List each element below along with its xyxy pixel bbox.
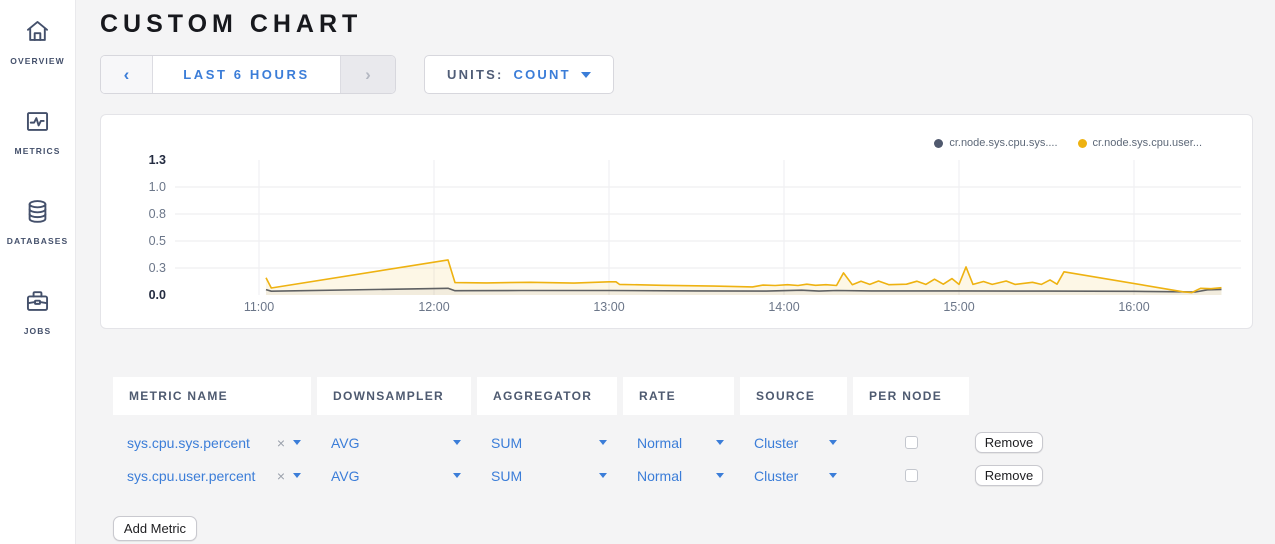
legend-item[interactable]: cr.node.sys.cpu.user...: [1078, 137, 1202, 149]
svg-text:0.8: 0.8: [149, 207, 166, 221]
svg-text:11:00: 11:00: [244, 300, 274, 314]
metric-name-select[interactable]: sys.cpu.user.percent ×: [113, 468, 311, 484]
rate-select[interactable]: Normal: [623, 435, 734, 451]
aggregator-select[interactable]: SUM: [477, 435, 617, 451]
per-node-checkbox[interactable]: [905, 436, 918, 449]
table-row: sys.cpu.sys.percent × AVG SUM Normal Clu…: [113, 426, 1253, 459]
column-header-aggregator: AGGREGATOR: [477, 377, 617, 415]
svg-text:0.0: 0.0: [149, 288, 166, 302]
source-value: Cluster: [754, 468, 798, 484]
units-label: UNITS:: [447, 67, 504, 82]
source-select[interactable]: Cluster: [740, 468, 847, 484]
chevron-down-icon: [599, 440, 607, 445]
chevron-down-icon: [829, 440, 837, 445]
sidebar-item-label: JOBS: [24, 326, 52, 336]
page-title: CUSTOM CHART: [100, 10, 1253, 39]
rate-value: Normal: [637, 468, 682, 484]
svg-text:0.3: 0.3: [149, 261, 166, 275]
column-header-metric-name: METRIC NAME: [113, 377, 311, 415]
remove-button[interactable]: Remove: [975, 465, 1043, 486]
source-value: Cluster: [754, 435, 798, 451]
time-prev-button[interactable]: ‹: [101, 56, 153, 93]
chevron-right-icon: ›: [365, 66, 371, 83]
units-value: COUNT: [514, 67, 571, 82]
chevron-left-icon: ‹: [124, 66, 130, 83]
app-window: OVERVIEW METRICS DATABASES JOBS CUSTOM C…: [0, 0, 1275, 544]
chevron-down-icon: [829, 473, 837, 478]
svg-text:13:00: 13:00: [593, 300, 624, 314]
legend-item[interactable]: cr.node.sys.cpu.sys....: [934, 137, 1057, 149]
chart-panel: 0.0 0.3 0.5 0.8 1.0 1.3 11:00 12:00 13:00 14:00 15…: [100, 114, 1253, 329]
remove-button[interactable]: Remove: [975, 432, 1043, 453]
aggregator-value: SUM: [491, 435, 522, 451]
aggregator-select[interactable]: SUM: [477, 468, 617, 484]
downsampler-value: AVG: [331, 468, 360, 484]
units-dropdown[interactable]: UNITS: COUNT: [424, 55, 614, 94]
sidebar-item-overview[interactable]: OVERVIEW: [10, 18, 64, 66]
chevron-down-icon: [293, 473, 301, 478]
chevron-down-icon: [716, 440, 724, 445]
time-next-button[interactable]: ›: [340, 56, 395, 93]
metric-name-value: sys.cpu.user.percent: [127, 468, 255, 484]
svg-text:1.3: 1.3: [149, 153, 166, 167]
legend-dot-user: [1078, 139, 1087, 148]
chevron-down-icon: [716, 473, 724, 478]
clear-icon[interactable]: ×: [277, 435, 285, 451]
sidebar-item-metrics[interactable]: METRICS: [15, 108, 61, 156]
time-range-selector: ‹ LAST 6 HOURS ›: [100, 55, 396, 94]
sidebar-item-label: OVERVIEW: [10, 56, 64, 66]
chevron-down-icon: [293, 440, 301, 445]
sidebar: OVERVIEW METRICS DATABASES JOBS: [0, 0, 76, 544]
sidebar-item-label: DATABASES: [7, 236, 69, 246]
column-header-downsampler: DOWNSAMPLER: [317, 377, 471, 415]
sidebar-item-label: METRICS: [15, 146, 61, 156]
svg-text:1.0: 1.0: [149, 180, 166, 194]
svg-text:16:00: 16:00: [1118, 300, 1149, 314]
column-header-rate: RATE: [623, 377, 734, 415]
column-header-actions: [975, 377, 1058, 415]
table-row: sys.cpu.user.percent × AVG SUM Normal Cl…: [113, 459, 1253, 492]
legend-dot-sys: [934, 139, 943, 148]
metrics-graph-icon: [24, 108, 51, 140]
sidebar-item-jobs[interactable]: JOBS: [24, 288, 52, 336]
per-node-checkbox[interactable]: [905, 469, 918, 482]
legend-label: cr.node.sys.cpu.sys....: [949, 137, 1057, 149]
svg-text:15:00: 15:00: [943, 300, 974, 314]
svg-text:12:00: 12:00: [418, 300, 449, 314]
chevron-down-icon: [453, 440, 461, 445]
rate-value: Normal: [637, 435, 682, 451]
briefcase-icon: [24, 288, 51, 320]
rate-select[interactable]: Normal: [623, 468, 734, 484]
svg-text:0.5: 0.5: [149, 234, 166, 248]
time-range-dropdown[interactable]: LAST 6 HOURS: [153, 56, 340, 93]
clear-icon[interactable]: ×: [277, 468, 285, 484]
svg-text:14:00: 14:00: [768, 300, 799, 314]
database-icon: [24, 198, 51, 230]
downsampler-value: AVG: [331, 435, 360, 451]
downsampler-select[interactable]: AVG: [317, 468, 471, 484]
toolbar: ‹ LAST 6 HOURS › UNITS: COUNT: [100, 55, 1253, 94]
source-select[interactable]: Cluster: [740, 435, 847, 451]
main-content: CUSTOM CHART ‹ LAST 6 HOURS › UNITS: COU…: [76, 0, 1275, 544]
column-header-per-node: PER NODE: [853, 377, 969, 415]
chart-legend: cr.node.sys.cpu.sys.... cr.node.sys.cpu.…: [934, 137, 1202, 149]
metric-name-value: sys.cpu.sys.percent: [127, 435, 250, 451]
chevron-down-icon: [453, 473, 461, 478]
column-header-source: SOURCE: [740, 377, 847, 415]
chevron-down-icon: [581, 72, 591, 78]
aggregator-value: SUM: [491, 468, 522, 484]
downsampler-select[interactable]: AVG: [317, 435, 471, 451]
legend-label: cr.node.sys.cpu.user...: [1093, 137, 1202, 149]
home-icon: [24, 18, 51, 50]
metric-name-select[interactable]: sys.cpu.sys.percent ×: [113, 435, 311, 451]
table-header-row: METRIC NAME DOWNSAMPLER AGGREGATOR RATE …: [113, 377, 1253, 415]
metrics-table: METRIC NAME DOWNSAMPLER AGGREGATOR RATE …: [113, 377, 1253, 492]
chevron-down-icon: [599, 473, 607, 478]
add-metric-button[interactable]: Add Metric: [113, 516, 197, 541]
sidebar-item-databases[interactable]: DATABASES: [7, 198, 69, 246]
